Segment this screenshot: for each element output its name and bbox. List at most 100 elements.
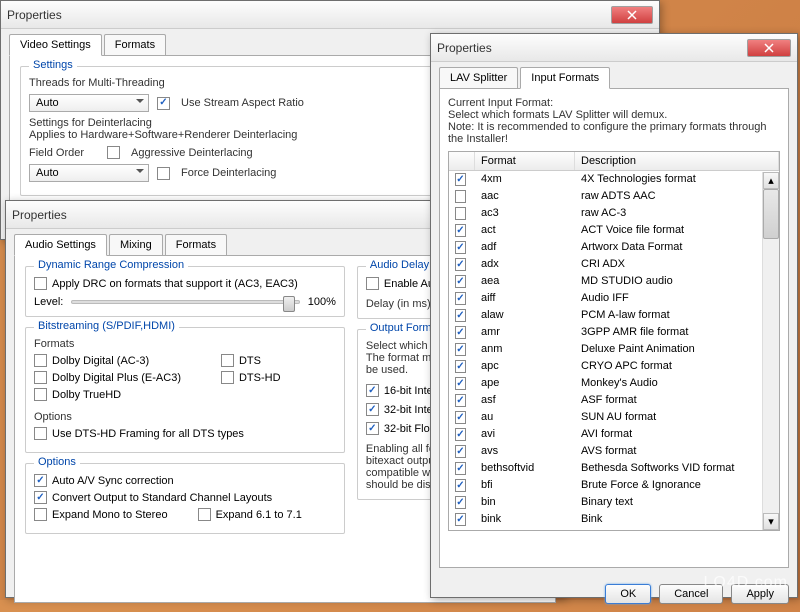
- format-checkbox[interactable]: [455, 173, 466, 186]
- splitter-properties-window: Properties LAV Splitter Input Formats Cu…: [430, 33, 798, 598]
- tab-lav-splitter[interactable]: LAV Splitter: [439, 67, 518, 89]
- drc-level-slider[interactable]: [71, 300, 299, 304]
- tab-mixing[interactable]: Mixing: [109, 234, 163, 256]
- format-checkbox[interactable]: [455, 224, 466, 237]
- format-checkbox[interactable]: [455, 275, 466, 288]
- format-name: bink: [475, 512, 575, 527]
- format-checkbox[interactable]: [455, 479, 466, 492]
- table-row[interactable]: ac3raw AC-3: [449, 205, 779, 222]
- table-row[interactable]: binkBink: [449, 511, 779, 528]
- table-row[interactable]: 4xm4X Technologies format: [449, 171, 779, 188]
- table-row[interactable]: auSUN AU format: [449, 409, 779, 426]
- threads-select[interactable]: Auto: [29, 94, 149, 112]
- titlebar[interactable]: Properties: [1, 1, 659, 29]
- tabstrip: LAV Splitter Input Formats: [431, 62, 797, 88]
- table-row[interactable]: anmDeluxe Paint Animation: [449, 341, 779, 358]
- tab-video-settings[interactable]: Video Settings: [9, 34, 102, 56]
- expand-mono-checkbox[interactable]: [34, 508, 47, 521]
- tab-audio-settings[interactable]: Audio Settings: [14, 234, 107, 256]
- cancel-button[interactable]: Cancel: [659, 584, 723, 604]
- av-sync-checkbox[interactable]: [34, 474, 47, 487]
- format-checkbox[interactable]: [455, 496, 466, 509]
- table-row[interactable]: aacraw ADTS AAC: [449, 188, 779, 205]
- table-row[interactable]: aviAVI format: [449, 426, 779, 443]
- table-row[interactable]: actACT Voice file format: [449, 222, 779, 239]
- format-checkbox[interactable]: [455, 411, 466, 424]
- 32bit-checkbox[interactable]: [366, 403, 379, 416]
- table-row[interactable]: aiffAudio IFF: [449, 290, 779, 307]
- table-row[interactable]: apeMonkey's Audio: [449, 375, 779, 392]
- col-checkbox[interactable]: [449, 152, 475, 170]
- table-row[interactable]: bethsoftvidBethesda Softworks VID format: [449, 460, 779, 477]
- format-checkbox[interactable]: [455, 445, 466, 458]
- format-description: SUN AU format: [575, 410, 779, 425]
- format-checkbox[interactable]: [455, 326, 466, 339]
- format-checkbox[interactable]: [455, 292, 466, 305]
- format-checkbox[interactable]: [455, 428, 466, 441]
- format-checkbox[interactable]: [455, 377, 466, 390]
- format-checkbox[interactable]: [455, 513, 466, 526]
- force-deint-checkbox[interactable]: [157, 167, 170, 180]
- table-row[interactable]: avsAVS format: [449, 443, 779, 460]
- format-name: aea: [475, 274, 575, 289]
- ok-button[interactable]: OK: [605, 584, 651, 604]
- aggressive-deint-checkbox[interactable]: [107, 146, 120, 159]
- format-name: ape: [475, 376, 575, 391]
- format-description: AVI format: [575, 427, 779, 442]
- format-checkbox[interactable]: [455, 360, 466, 373]
- table-row[interactable]: amr3GPP AMR file format: [449, 324, 779, 341]
- use-stream-aspect-checkbox[interactable]: [157, 97, 170, 110]
- format-checkbox[interactable]: [455, 394, 466, 407]
- format-name: amr: [475, 325, 575, 340]
- col-format[interactable]: Format: [475, 152, 575, 170]
- expand-mono-label: Expand Mono to Stereo: [52, 509, 168, 521]
- close-icon[interactable]: [747, 39, 791, 57]
- expand-61-label: Expand 6.1 to 7.1: [216, 509, 302, 521]
- scroll-up-icon[interactable]: ▴: [763, 172, 779, 189]
- dd-checkbox[interactable]: [34, 354, 47, 367]
- titlebar[interactable]: Properties: [431, 34, 797, 62]
- format-description: AVS format: [575, 444, 779, 459]
- apply-button[interactable]: Apply: [731, 584, 789, 604]
- 16bit-label: 16-bit Inte: [384, 385, 433, 397]
- format-checkbox[interactable]: [455, 309, 466, 322]
- dtshd-checkbox[interactable]: [221, 371, 234, 384]
- dtshd-framing-checkbox[interactable]: [34, 427, 47, 440]
- col-description[interactable]: Description: [575, 152, 779, 170]
- truehd-checkbox[interactable]: [34, 388, 47, 401]
- field-order-label: Field Order: [29, 147, 99, 159]
- options-label: Options: [34, 411, 336, 423]
- 32bitfloat-checkbox[interactable]: [366, 422, 379, 435]
- ddp-checkbox[interactable]: [34, 371, 47, 384]
- table-row[interactable]: binBinary text: [449, 494, 779, 511]
- table-row[interactable]: alawPCM A-law format: [449, 307, 779, 324]
- format-checkbox[interactable]: [455, 241, 466, 254]
- field-order-select[interactable]: Auto: [29, 164, 149, 182]
- format-checkbox[interactable]: [455, 462, 466, 475]
- enable-audio-checkbox[interactable]: [366, 277, 379, 290]
- format-checkbox[interactable]: [455, 343, 466, 356]
- dts-checkbox[interactable]: [221, 354, 234, 367]
- tab-formats[interactable]: Formats: [104, 34, 166, 56]
- convert-output-checkbox[interactable]: [34, 491, 47, 504]
- format-checkbox[interactable]: [455, 190, 466, 203]
- scroll-down-icon[interactable]: ▾: [763, 513, 779, 530]
- format-checkbox[interactable]: [455, 207, 466, 220]
- 16bit-checkbox[interactable]: [366, 384, 379, 397]
- table-row[interactable]: aeaMD STUDIO audio: [449, 273, 779, 290]
- table-row[interactable]: adxCRI ADX: [449, 256, 779, 273]
- scrollbar[interactable]: ▴ ▾: [762, 172, 779, 530]
- table-row[interactable]: asfASF format: [449, 392, 779, 409]
- scroll-thumb[interactable]: [763, 189, 779, 239]
- tab-input-formats[interactable]: Input Formats: [520, 67, 610, 89]
- apply-drc-checkbox[interactable]: [34, 277, 47, 290]
- close-icon[interactable]: [611, 6, 653, 24]
- format-checkbox[interactable]: [455, 258, 466, 271]
- table-row[interactable]: adfArtworx Data Format: [449, 239, 779, 256]
- format-name: act: [475, 223, 575, 238]
- tab-formats[interactable]: Formats: [165, 234, 227, 256]
- table-row[interactable]: bfiBrute Force & Ignorance: [449, 477, 779, 494]
- table-row[interactable]: apcCRYO APC format: [449, 358, 779, 375]
- level-label: Level:: [34, 296, 63, 308]
- expand-61-checkbox[interactable]: [198, 508, 211, 521]
